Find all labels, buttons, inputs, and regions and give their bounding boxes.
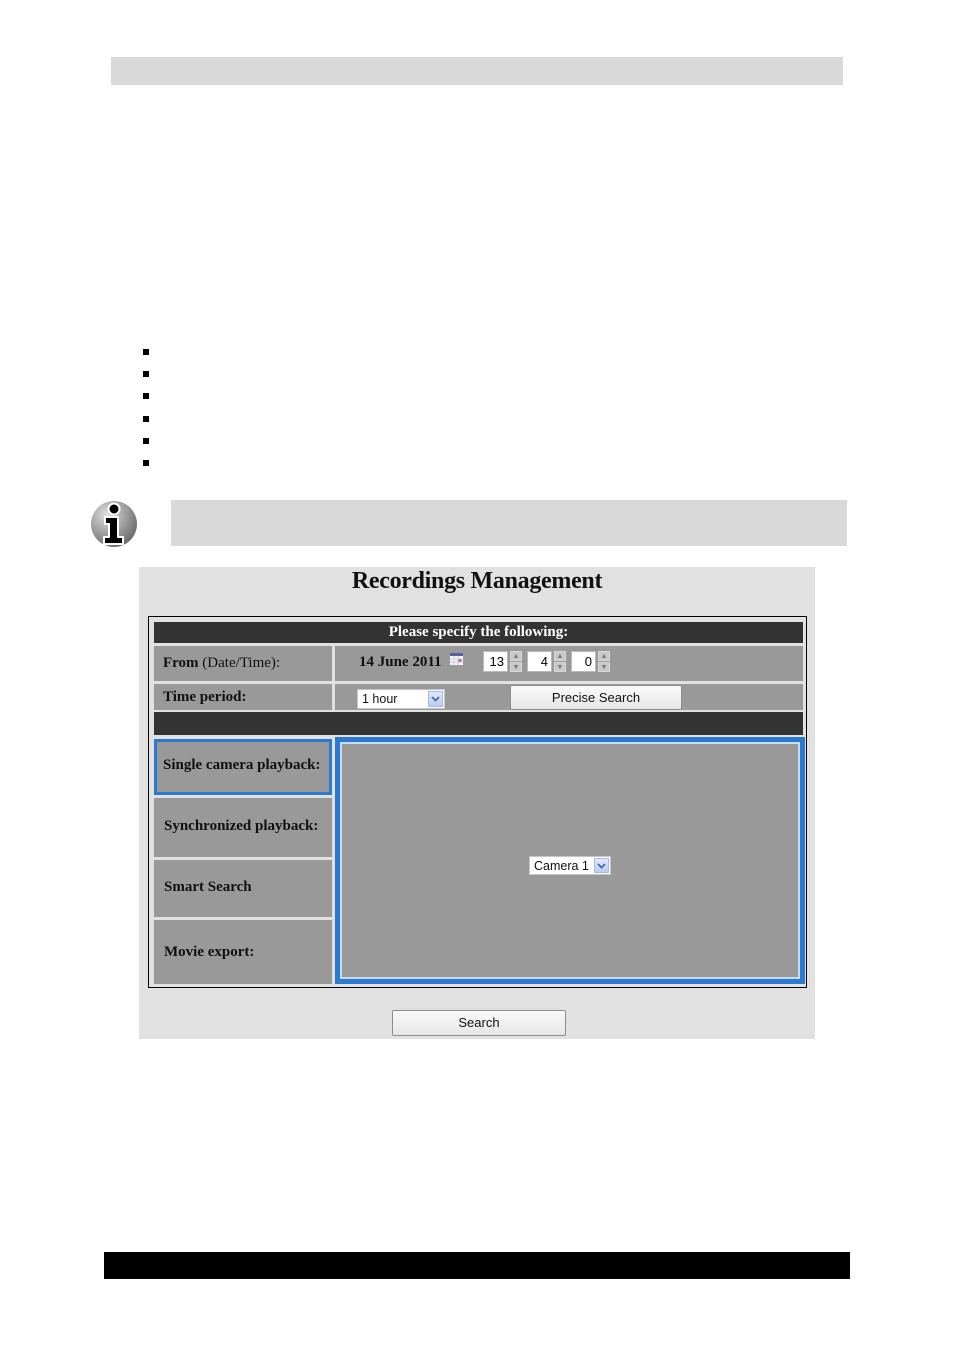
bullet-marker bbox=[143, 393, 149, 400]
page-header-bar bbox=[111, 57, 843, 85]
bullet-marker bbox=[143, 415, 149, 422]
section-divider-bar bbox=[154, 712, 803, 735]
hour-down-arrow-icon[interactable]: ▼ bbox=[510, 662, 522, 672]
page-title: Recordings Management bbox=[351, 568, 603, 594]
second-down-arrow-icon[interactable]: ▼ bbox=[598, 662, 610, 672]
minute-input[interactable]: 4 bbox=[527, 651, 552, 672]
from-value-cell: 14 June 2011 13 ▲ ▼ 4 ▲ ▼ 0 ▲ ▼ bbox=[335, 646, 803, 681]
form-header: Please specify the following: bbox=[154, 622, 803, 643]
bullet-marker bbox=[143, 349, 149, 355]
second-input[interactable]: 0 bbox=[571, 651, 596, 672]
camera-value: Camera 1 bbox=[534, 859, 589, 873]
tab-content-panel: Camera 1 bbox=[335, 737, 805, 984]
from-label-suffix: (Date/Time): bbox=[202, 655, 281, 671]
bullet-marker bbox=[143, 371, 149, 378]
time-period-select[interactable]: 1 hour bbox=[357, 689, 445, 709]
from-label: From (Date/Time): bbox=[163, 655, 280, 672]
bullet-marker bbox=[143, 437, 149, 444]
recordings-management-window: Recordings Management Please specify the… bbox=[139, 567, 815, 1039]
time-period-label-cell: Time period: bbox=[154, 684, 332, 710]
tab-label: Single camera playback: bbox=[163, 757, 321, 773]
search-button[interactable]: Search bbox=[392, 1010, 566, 1036]
note-box bbox=[171, 500, 847, 546]
info-icon bbox=[90, 500, 138, 548]
minute-down-arrow-icon[interactable]: ▼ bbox=[554, 662, 566, 672]
tab-label: Smart Search bbox=[164, 879, 252, 895]
tab-smart-search[interactable]: Smart Search bbox=[154, 860, 332, 917]
camera-select[interactable]: Camera 1 bbox=[529, 856, 611, 875]
calendar-icon[interactable] bbox=[449, 652, 464, 666]
time-period-label: Time period: bbox=[163, 689, 247, 705]
tab-label: Movie export: bbox=[164, 944, 255, 960]
bullet-list bbox=[143, 349, 149, 482]
from-label-bold: From bbox=[163, 655, 199, 671]
tab-synchronized-playback[interactable]: Synchronized playback: bbox=[154, 798, 332, 857]
time-period-value: 1 hour bbox=[362, 692, 398, 706]
chevron-down-icon[interactable] bbox=[594, 858, 609, 873]
precise-search-button[interactable]: Precise Search bbox=[510, 685, 682, 710]
panel-inner: Camera 1 bbox=[340, 742, 800, 979]
date-value: 14 June 2011 bbox=[359, 654, 442, 670]
hour-input[interactable]: 13 bbox=[483, 651, 508, 672]
tab-movie-export[interactable]: Movie export: bbox=[154, 920, 332, 984]
time-period-value-cell: 1 hour Precise Search bbox=[335, 684, 803, 710]
page-footer-bar bbox=[104, 1252, 850, 1279]
hour-up-arrow-icon[interactable]: ▲ bbox=[510, 651, 522, 661]
tab-label: Synchronized playback: bbox=[164, 818, 319, 834]
from-label-cell: From (Date/Time): bbox=[154, 646, 332, 681]
search-form: Please specify the following: From (Date… bbox=[148, 616, 807, 988]
tab-single-camera-playback[interactable]: Single camera playback: bbox=[154, 739, 332, 795]
minute-up-arrow-icon[interactable]: ▲ bbox=[554, 651, 566, 661]
bullet-marker bbox=[143, 459, 149, 466]
chevron-down-icon[interactable] bbox=[428, 691, 443, 707]
second-up-arrow-icon[interactable]: ▲ bbox=[598, 651, 610, 661]
